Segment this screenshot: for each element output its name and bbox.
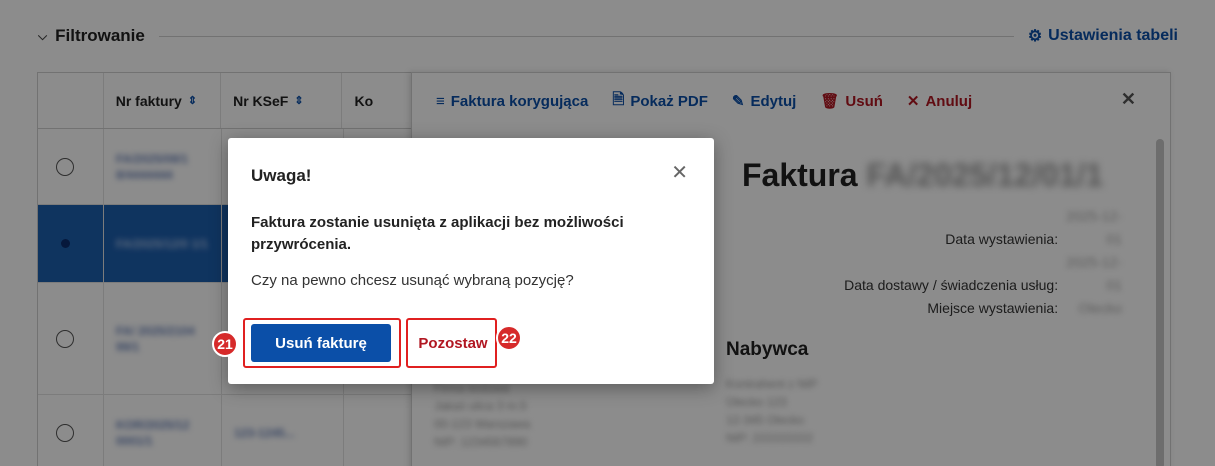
step-badge-21: 21	[212, 331, 238, 357]
dialog-question: Czy na pewno chcesz usunąć wybraną pozyc…	[251, 272, 574, 289]
close-icon[interactable]: ✕	[671, 160, 688, 185]
highlight-confirm	[243, 318, 401, 368]
step-badge-22: 22	[496, 325, 522, 351]
highlight-keep	[406, 318, 497, 368]
dialog-title: Uwaga!	[251, 166, 312, 185]
dialog-warning-text: Faktura zostanie usunięta z aplikacji be…	[251, 214, 624, 253]
